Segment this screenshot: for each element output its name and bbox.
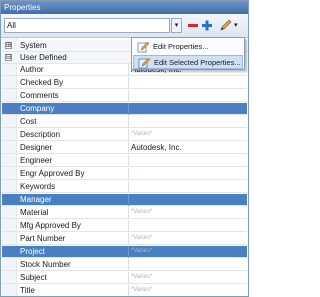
property-value[interactable]: *Varies*: [131, 233, 245, 244]
property-name: Manager: [20, 195, 52, 204]
column-divider[interactable]: [128, 233, 129, 245]
column-divider[interactable]: [128, 181, 129, 193]
filter-value: All: [7, 21, 16, 30]
property-name: Title: [20, 286, 35, 295]
panel-title: Properties: [1, 1, 248, 14]
remove-property-icon[interactable]: [187, 19, 199, 32]
column-divider[interactable]: [128, 90, 129, 102]
column-divider[interactable]: [128, 285, 129, 296]
property-row[interactable]: Designer Autodesk, Inc.: [2, 142, 247, 154]
property-name: Engr Approved By: [20, 169, 85, 178]
property-row[interactable]: Project *Varies*: [2, 246, 247, 258]
property-row[interactable]: Title *Varies*: [2, 285, 247, 296]
menu-item-edit-selected-properties[interactable]: Edit Selected Properties...: [133, 55, 243, 69]
menu-item-label: Edit Selected Properties...: [154, 58, 241, 67]
property-row[interactable]: Checked By: [2, 77, 247, 89]
column-divider[interactable]: [128, 259, 129, 271]
property-row[interactable]: Mfg Approved By: [2, 220, 247, 232]
property-value[interactable]: *Varies*: [131, 272, 245, 283]
property-name: Subject: [20, 273, 47, 282]
property-name: Cost: [20, 117, 37, 126]
collapse-icon[interactable]: ⊟: [5, 54, 12, 61]
filter-combo[interactable]: All: [4, 18, 170, 33]
filter-dropdown-arrow-icon[interactable]: ▾: [171, 18, 182, 33]
property-row[interactable]: Stock Number: [2, 259, 247, 271]
column-divider[interactable]: [128, 155, 129, 167]
edit-selected-properties-icon: [138, 57, 151, 69]
property-row[interactable]: Description *Varies*: [2, 129, 247, 141]
property-name: Material: [20, 208, 49, 217]
add-property-icon[interactable]: [201, 19, 213, 32]
column-divider[interactable]: [128, 168, 129, 180]
menu-item-edit-properties[interactable]: Edit Properties...: [133, 40, 243, 54]
property-name: Engineer: [20, 156, 53, 165]
column-divider[interactable]: [128, 194, 129, 206]
property-name: Designer: [20, 143, 53, 152]
property-name: Description: [20, 130, 61, 139]
property-name: Company: [20, 104, 55, 113]
column-divider[interactable]: [128, 246, 129, 258]
properties-panel: Properties All ▾ ▾ ⊞ System ⊟ User Defined A…: [0, 0, 249, 297]
toolbar: All ▾ ▾: [1, 14, 248, 38]
property-row[interactable]: Subject *Varies*: [2, 272, 247, 284]
column-divider[interactable]: [128, 116, 129, 128]
column-divider[interactable]: [128, 142, 129, 154]
column-divider[interactable]: [128, 272, 129, 284]
property-row[interactable]: Manager: [2, 194, 247, 206]
property-row[interactable]: Company: [2, 103, 247, 115]
property-value[interactable]: *Varies*: [131, 285, 245, 296]
edit-dropdown-arrow-icon[interactable]: ▾: [234, 19, 242, 32]
property-row[interactable]: Engr Approved By: [2, 168, 247, 180]
property-value[interactable]: *Varies*: [131, 207, 245, 218]
property-grid: ⊞ System ⊟ User Defined Author Autodesk, Inc.…: [2, 38, 247, 296]
column-divider[interactable]: [128, 129, 129, 141]
property-name: Stock Number: [20, 260, 71, 269]
property-row[interactable]: Keywords: [2, 181, 247, 193]
expand-icon[interactable]: ⊞: [5, 42, 12, 49]
property-name: Author: [20, 65, 44, 74]
group-label: System: [20, 41, 47, 50]
property-name: Part Number: [20, 234, 66, 243]
property-row[interactable]: Material *Varies*: [2, 207, 247, 219]
menu-item-label: Edit Properties...: [153, 42, 209, 51]
column-divider[interactable]: [128, 207, 129, 219]
edit-properties-menu: Edit Properties... Edit Selected Propert…: [131, 37, 245, 70]
property-value[interactable]: Autodesk, Inc.: [131, 142, 245, 153]
edit-properties-icon: [137, 41, 150, 53]
column-divider[interactable]: [128, 220, 129, 232]
edit-pencil-icon[interactable]: [219, 19, 233, 32]
property-row[interactable]: Cost: [2, 116, 247, 128]
property-row[interactable]: Engineer: [2, 155, 247, 167]
property-value[interactable]: *Varies*: [131, 129, 245, 140]
property-name: Mfg Approved By: [20, 221, 81, 230]
property-name: Checked By: [20, 78, 64, 87]
group-label: User Defined: [20, 53, 67, 62]
column-divider[interactable]: [128, 103, 129, 115]
property-name: Comments: [20, 91, 59, 100]
property-name: Project: [20, 247, 45, 256]
property-row[interactable]: Comments: [2, 90, 247, 102]
column-divider[interactable]: [128, 64, 129, 76]
property-row[interactable]: Part Number *Varies*: [2, 233, 247, 245]
column-divider[interactable]: [128, 77, 129, 89]
property-name: Keywords: [20, 182, 56, 191]
property-value[interactable]: *Varies*: [131, 246, 245, 257]
